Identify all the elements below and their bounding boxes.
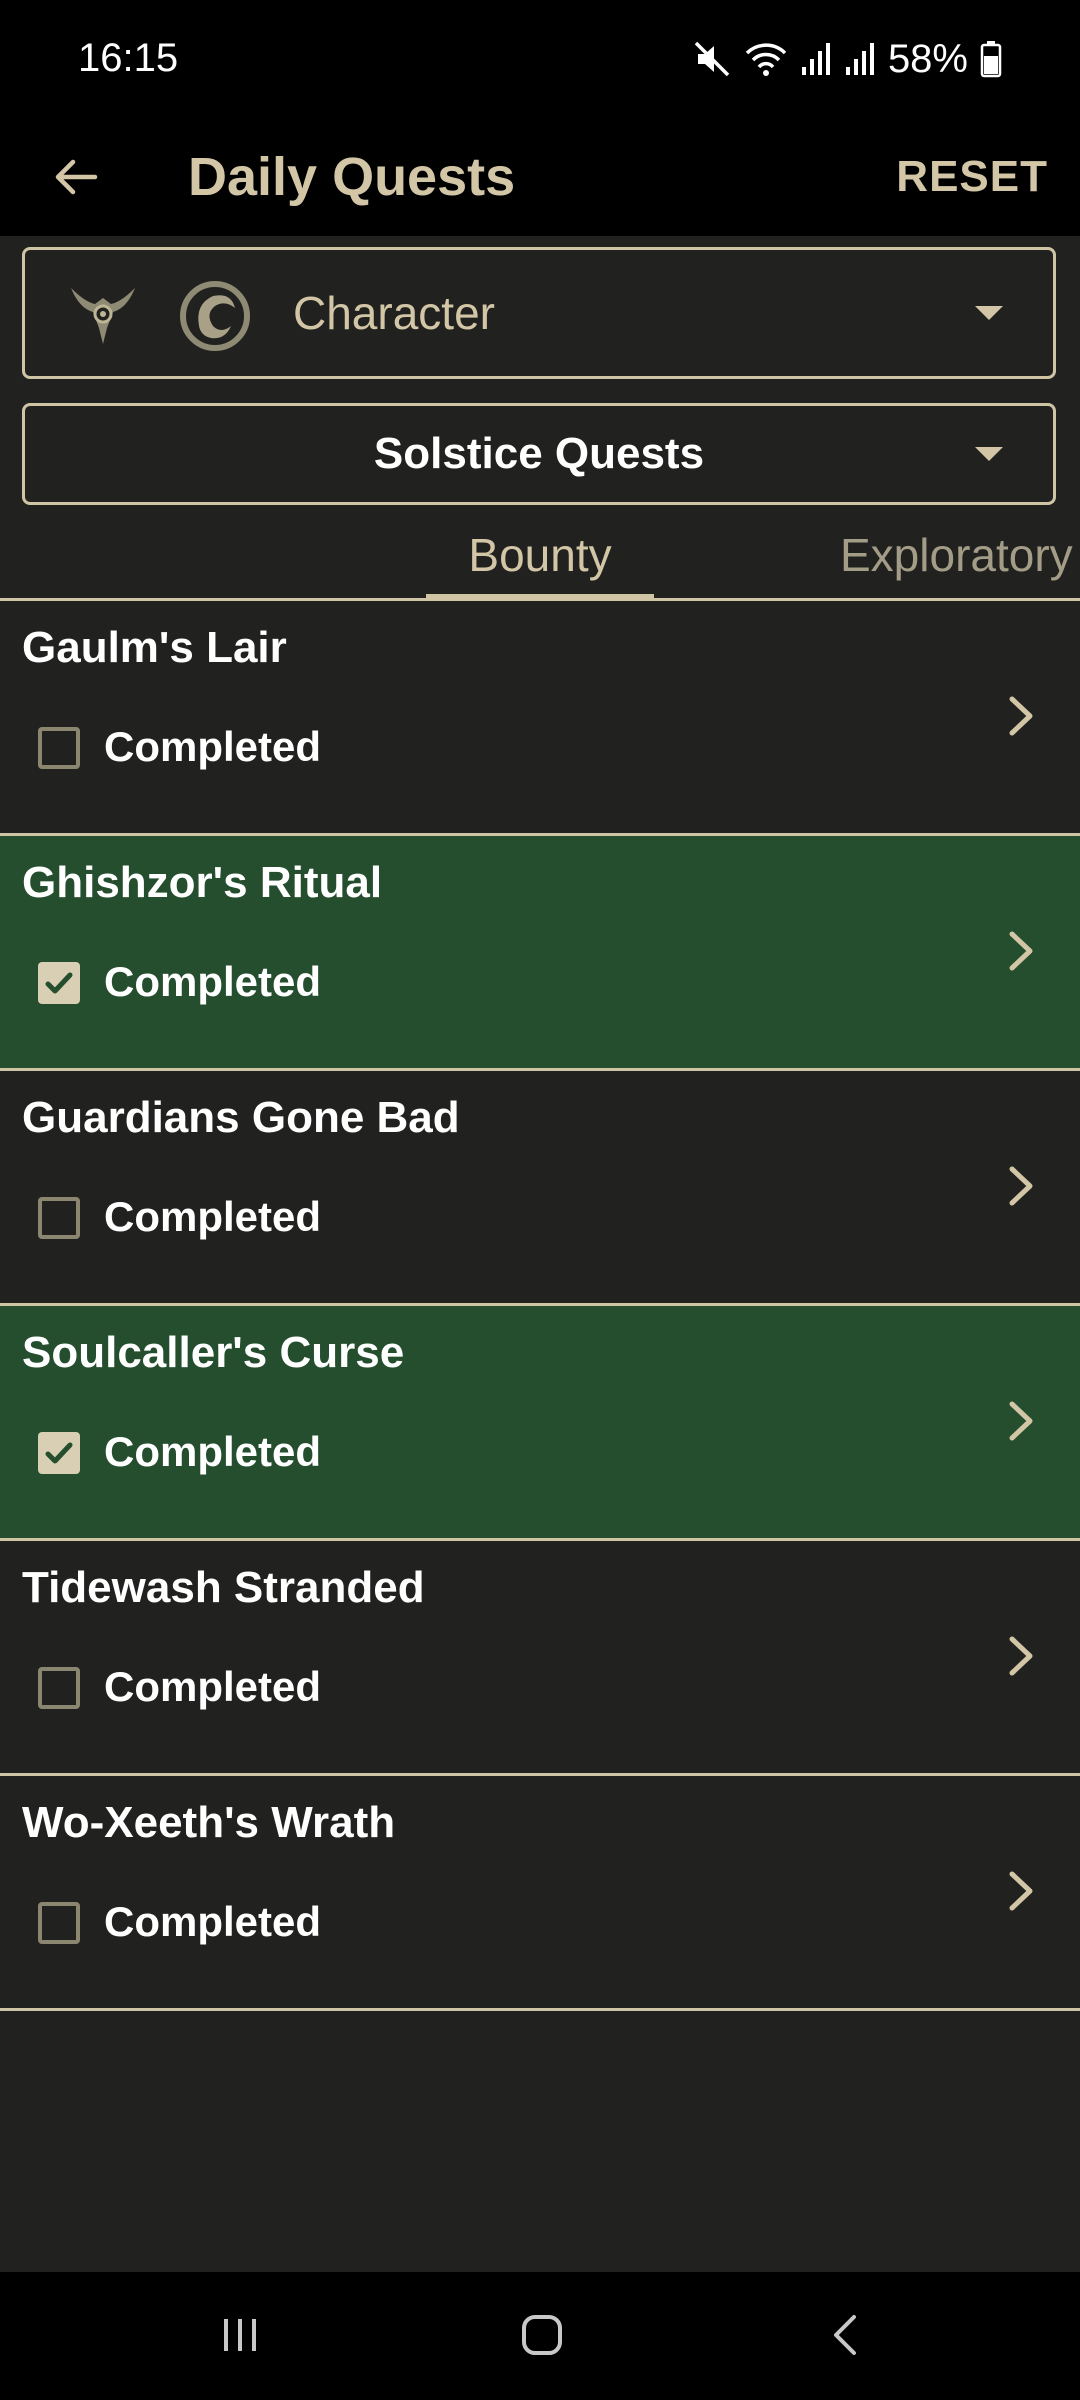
battery-icon xyxy=(980,40,1002,78)
home-button[interactable] xyxy=(502,2300,582,2370)
signal-icon xyxy=(844,39,876,79)
tab-bounty[interactable]: Bounty xyxy=(426,520,654,601)
check-icon xyxy=(45,972,73,994)
caret-down-icon xyxy=(975,306,1003,320)
quest-row[interactable]: Tidewash Stranded Completed xyxy=(0,1541,1080,1776)
tab-exploratory[interactable]: Exploratory xyxy=(840,520,1080,598)
recent-apps-icon xyxy=(224,2319,256,2351)
quest-row[interactable]: Soulcaller's Curse Completed xyxy=(0,1306,1080,1541)
character-label: Character xyxy=(293,287,495,339)
status-icons: 58% xyxy=(692,34,1002,84)
completed-label: Completed xyxy=(104,958,322,1005)
recent-apps-button[interactable] xyxy=(200,2300,280,2370)
completed-checkbox[interactable] xyxy=(38,1667,80,1709)
completed-checkbox[interactable] xyxy=(38,1432,80,1474)
quest-category-label: Solstice Quests xyxy=(373,429,705,478)
arrow-left-icon xyxy=(55,159,98,195)
quest-row[interactable]: Guardians Gone Bad Completed xyxy=(0,1071,1080,1306)
mute-icon xyxy=(692,39,732,79)
completed-checkbox[interactable] xyxy=(38,727,80,769)
completed-label: Completed xyxy=(104,723,322,770)
completed-checkbox[interactable] xyxy=(38,962,80,1004)
quest-row[interactable]: Ghishzor's Ritual Completed xyxy=(0,836,1080,1071)
quest-row[interactable]: Gaulm's Lair Completed xyxy=(0,601,1080,836)
chevron-right-icon xyxy=(1009,1401,1033,1441)
system-nav-bar xyxy=(0,2272,1080,2400)
completed-label: Completed xyxy=(104,1898,322,1945)
back-button[interactable] xyxy=(40,142,110,212)
completed-checkbox[interactable] xyxy=(38,1902,80,1944)
dragon-emblem-icon xyxy=(180,281,250,351)
check-icon xyxy=(45,1442,73,1464)
quest-name: Wo-Xeeth's Wrath xyxy=(22,1798,396,1847)
wifi-icon xyxy=(744,39,788,79)
system-back-button[interactable] xyxy=(806,2300,886,2370)
quest-row[interactable]: Wo-Xeeth's Wrath Completed xyxy=(0,1776,1080,2011)
character-dropdown[interactable]: Character xyxy=(22,247,1056,379)
reset-button[interactable]: RESET xyxy=(896,134,1048,220)
tab-active-indicator xyxy=(426,594,654,601)
chevron-left-icon xyxy=(834,2315,856,2355)
screen: 16:15 58% Daily Quests RESET Character S… xyxy=(0,0,1080,2400)
signal-icon xyxy=(800,39,832,79)
completed-label: Completed xyxy=(104,1663,322,1710)
caret-down-icon xyxy=(975,447,1003,461)
quest-name: Soulcaller's Curse xyxy=(22,1328,405,1377)
battery-text: 58% xyxy=(887,36,968,81)
chevron-right-icon xyxy=(1009,1166,1033,1206)
page-title: Daily Quests xyxy=(188,147,516,207)
tab-bar: Bounty Exploratory xyxy=(0,520,1080,601)
completed-checkbox[interactable] xyxy=(38,1197,80,1239)
status-bar: 16:15 58% xyxy=(0,0,1080,122)
chevron-right-icon xyxy=(1009,931,1033,971)
status-time: 16:15 xyxy=(78,36,179,80)
chevron-right-icon xyxy=(1009,696,1033,736)
home-icon xyxy=(522,2315,562,2355)
faction-emblem-icon xyxy=(71,288,135,344)
tab-exploratory-label: Exploratory xyxy=(840,529,1073,581)
completed-label: Completed xyxy=(104,1193,322,1240)
quest-name: Ghishzor's Ritual xyxy=(22,858,383,907)
app-bar: Daily Quests RESET xyxy=(0,122,1080,236)
quest-name: Gaulm's Lair xyxy=(22,623,287,672)
quest-category-dropdown[interactable]: Solstice Quests xyxy=(22,403,1056,505)
quest-name: Tidewash Stranded xyxy=(22,1563,425,1612)
completed-label: Completed xyxy=(104,1428,322,1475)
quest-name: Guardians Gone Bad xyxy=(22,1093,460,1142)
quest-list: Gaulm's Lair Completed Ghishzor's Ritual… xyxy=(0,601,1080,2011)
chevron-right-icon xyxy=(1009,1636,1033,1676)
tab-bounty-label: Bounty xyxy=(468,529,612,581)
chevron-right-icon xyxy=(1009,1871,1033,1911)
